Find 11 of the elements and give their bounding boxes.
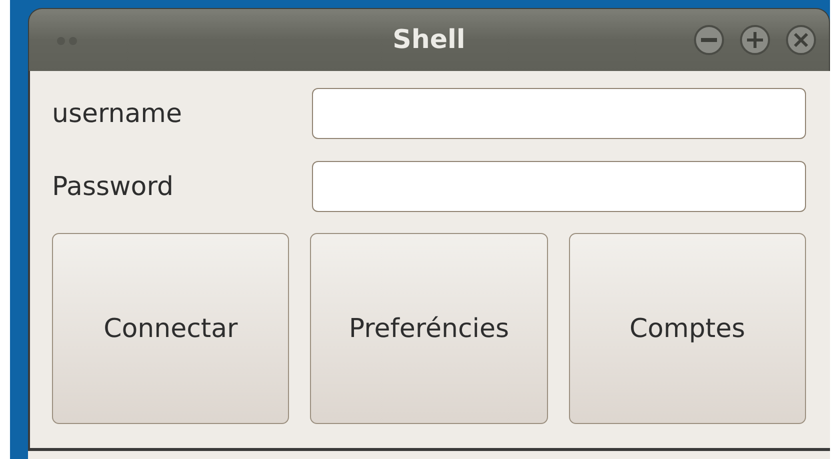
input-field[interactable]	[312, 161, 806, 212]
window-title: Shell	[392, 25, 466, 55]
maximize-icon[interactable]	[739, 24, 771, 56]
minimize-icon[interactable]	[693, 24, 725, 56]
field-label: username	[52, 98, 183, 128]
input-field[interactable]	[312, 88, 806, 139]
action-button[interactable]: Preferéncies	[310, 233, 548, 424]
field-label: Password	[52, 172, 174, 202]
close-icon[interactable]	[785, 24, 817, 56]
action-button[interactable]: Comptes	[568, 233, 806, 424]
action-button[interactable]: Connectar	[52, 233, 290, 424]
